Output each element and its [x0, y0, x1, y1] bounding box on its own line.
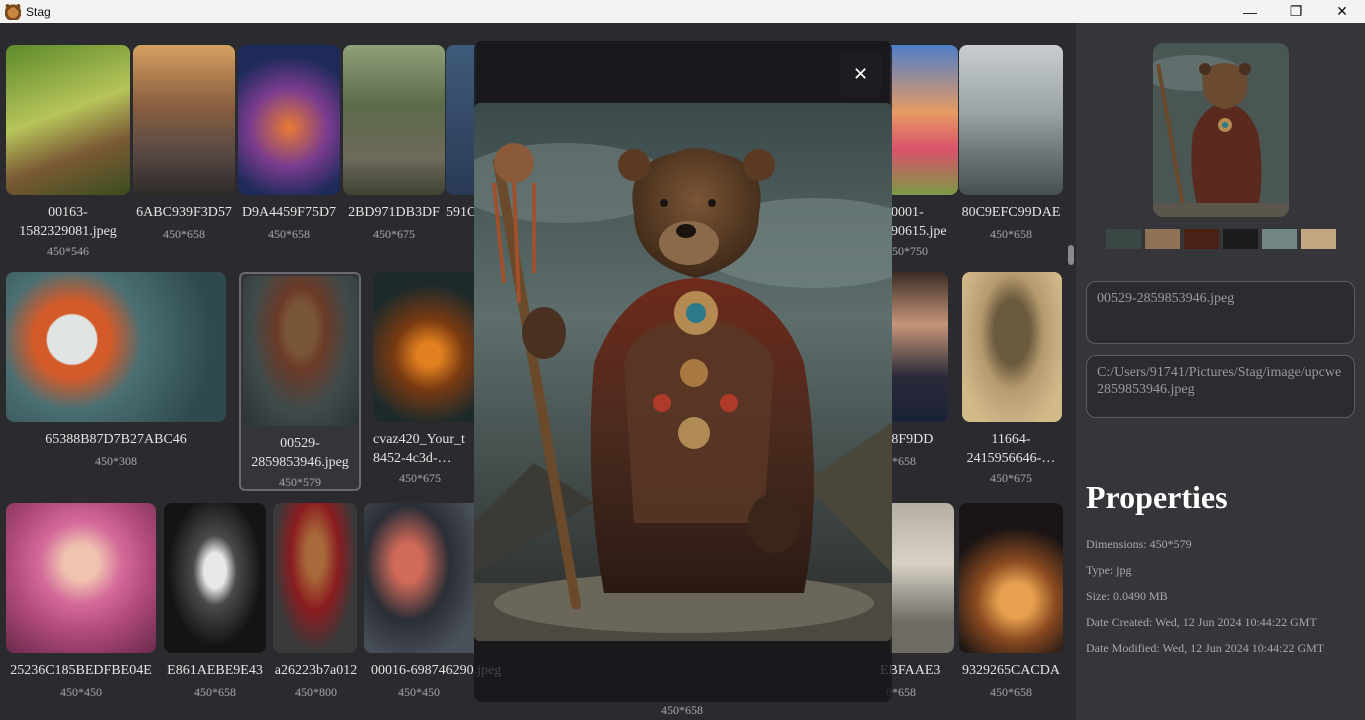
close-window-button[interactable]: ✕ — [1319, 0, 1365, 23]
tile-filename: 2BD971DB3DF — [348, 205, 440, 220]
stag-app-icon — [5, 3, 21, 20]
filepath-line-1: C:/Users/91741/Pictures/Stag/image/upcwe — [1097, 365, 1342, 380]
thumbnail-street — [133, 45, 235, 195]
tile-filename: 65388B87D7B27ABC46 — [45, 432, 187, 447]
filename-value: 00529-2859853946.jpeg — [1097, 291, 1235, 306]
tile-dimensions: 450*800 — [295, 685, 337, 699]
window-controls: — ❐ ✕ — [1227, 0, 1365, 23]
tile-filename: 9329265CACDA — [961, 663, 1060, 678]
thumbnail-partial — [446, 45, 476, 195]
tile-filename: 00163- 1582329081.jpeg — [19, 205, 117, 239]
tile-dimensions: 450*658 — [268, 227, 310, 241]
gallery-tile[interactable]: 25236C185BEDFBE04E 450*450 — [4, 501, 158, 701]
thumbnail-flowers — [890, 45, 958, 195]
thumbnail-astronaut — [6, 272, 226, 422]
thumbnail-rat-silhouette — [959, 503, 1063, 653]
properties-heading: Properties — [1086, 479, 1228, 515]
thumbnail-horse — [364, 503, 474, 653]
gallery-tile[interactable]: 6ABC939F3D57 450*658 — [132, 43, 236, 263]
palette-swatch[interactable] — [1145, 229, 1180, 249]
thumbnail-tree-face — [373, 272, 475, 422]
thumbnail-woman-flowers — [6, 503, 156, 653]
tile-dimensions: 450*308 — [95, 454, 137, 468]
thumbnail-path — [343, 45, 445, 195]
property-dimensions: Dimensions: 450*579 — [1086, 537, 1192, 551]
preview-image-bear — [474, 103, 892, 641]
maximize-button[interactable]: ❐ — [1273, 0, 1319, 23]
palette-swatch[interactable] — [1262, 229, 1297, 249]
tile-filename: 00529- 2859853946.jpeg — [251, 436, 349, 470]
tile-filename: 591C — [446, 205, 476, 220]
tile-dimensions: 450*658 — [661, 703, 703, 717]
gallery-tile[interactable]: E861AEBE9E43 450*658 — [162, 501, 268, 701]
gallery-scrollbar-thumb[interactable] — [1068, 245, 1074, 265]
thumbnail-bird — [6, 45, 130, 195]
palette-swatch[interactable] — [1106, 229, 1141, 249]
palette-swatch[interactable] — [1223, 229, 1258, 249]
bear-shaman-illustration — [474, 103, 892, 641]
thumbnail-dog-suit — [273, 503, 357, 653]
tile-filename: 11664- 2415956646-… — [966, 432, 1056, 466]
tile-filename: D9A4459F75D7 — [241, 205, 337, 220]
property-size: Size: 0.0490 MB — [1086, 589, 1168, 603]
tile-dimensions: 450*658 — [194, 685, 236, 699]
tile-filename: cvaz420_Your_t 8452-4c3d-… — [373, 432, 465, 466]
property-type: Type: jpg — [1086, 563, 1132, 577]
close-preview-button[interactable]: ✕ — [839, 51, 882, 97]
tile-dimensions: 450*675 — [399, 471, 441, 485]
tile-dimensions: 450*658 — [990, 685, 1032, 699]
tile-filename: E861AEBE9E43 — [167, 663, 263, 678]
gallery-tile[interactable]: D9A4459F75D7 450*658 — [237, 43, 341, 263]
window-title: Stag — [26, 4, 51, 19]
tile-filename: 25236C185BEDFBE04E — [10, 663, 152, 678]
bear-preview-illustration — [1153, 43, 1289, 217]
property-date-modified: Date Modified: Wed, 12 Jun 2024 10:44:22… — [1086, 641, 1325, 655]
details-panel: 00529-2859853946.jpeg C:/Users/91741/Pic… — [1076, 23, 1365, 720]
thumbnail-robot — [164, 503, 266, 653]
tile-filename: a26223b7a012 — [274, 663, 358, 678]
selected-thumbnail-preview — [1153, 43, 1289, 217]
gallery-tile-selected[interactable]: 00529- 2859853946.jpeg 450*579 — [239, 272, 361, 491]
tile-dimensions: 450*675 — [990, 471, 1032, 485]
gallery-tile[interactable]: 591C — [446, 43, 476, 263]
tile-dimensions: 450*450 — [60, 685, 102, 699]
tile-filename: 80C9EFC99DAE — [961, 205, 1061, 220]
tile-filename: 00016-698746290.jpeg — [371, 663, 502, 678]
thumbnail-bear — [243, 276, 359, 426]
property-date-created: Date Created: Wed, 12 Jun 2024 10:44:22 … — [1086, 615, 1317, 629]
filename-field[interactable]: 00529-2859853946.jpeg — [1086, 281, 1355, 344]
tile-dimensions: 450*579 — [279, 475, 321, 489]
gallery-tile[interactable]: 9329265CACDA 450*658 — [958, 501, 1064, 701]
tile-dimensions: 450*546 — [47, 244, 89, 258]
thumbnail-portrait — [890, 272, 948, 422]
gallery-tile[interactable]: 80C9EFC99DAE 450*658 — [958, 43, 1064, 263]
tile-dimensions: 450*450 — [398, 685, 440, 699]
palette-swatch[interactable] — [1301, 229, 1336, 249]
gallery-tile[interactable]: a26223b7a012 450*800 — [272, 501, 360, 701]
thumbnail-book — [238, 45, 340, 195]
gallery-tile[interactable]: 00163- 1582329081.jpeg 450*546 — [4, 43, 132, 263]
gallery-tile[interactable]: 65388B87D7B27ABC46 450*308 — [4, 270, 228, 470]
gallery-tile[interactable]: 2BD971DB3DF 450*675 — [342, 43, 446, 263]
gallery-tile[interactable]: 11664- 2415956646-… 450*675 — [958, 270, 1064, 490]
tile-dimensions: 450*658 — [990, 227, 1032, 241]
minimize-button[interactable]: — — [1227, 0, 1273, 23]
gallery-tile[interactable]: cvaz420_Your_t 8452-4c3d-… 450*675 — [371, 270, 475, 490]
filepath-field[interactable]: C:/Users/91741/Pictures/Stag/image/upcwe… — [1086, 355, 1355, 418]
filepath-line-2: 2859853946.jpeg — [1097, 382, 1195, 397]
thumbnail-lake — [959, 45, 1063, 195]
tile-dimensions: 450*675 — [373, 227, 415, 241]
color-palette — [1106, 229, 1336, 249]
thumbnail-old-man — [962, 272, 1062, 422]
gallery-tile[interactable]: 00016-698746290.jpeg 450*450 — [363, 501, 502, 701]
title-bar: Stag — ❐ ✕ — [0, 0, 1365, 23]
palette-swatch[interactable] — [1184, 229, 1219, 249]
tile-dimensions: 450*658 — [163, 227, 205, 241]
thumbnail-angel — [890, 503, 954, 653]
tile-filename: 6ABC939F3D57 — [136, 205, 232, 220]
